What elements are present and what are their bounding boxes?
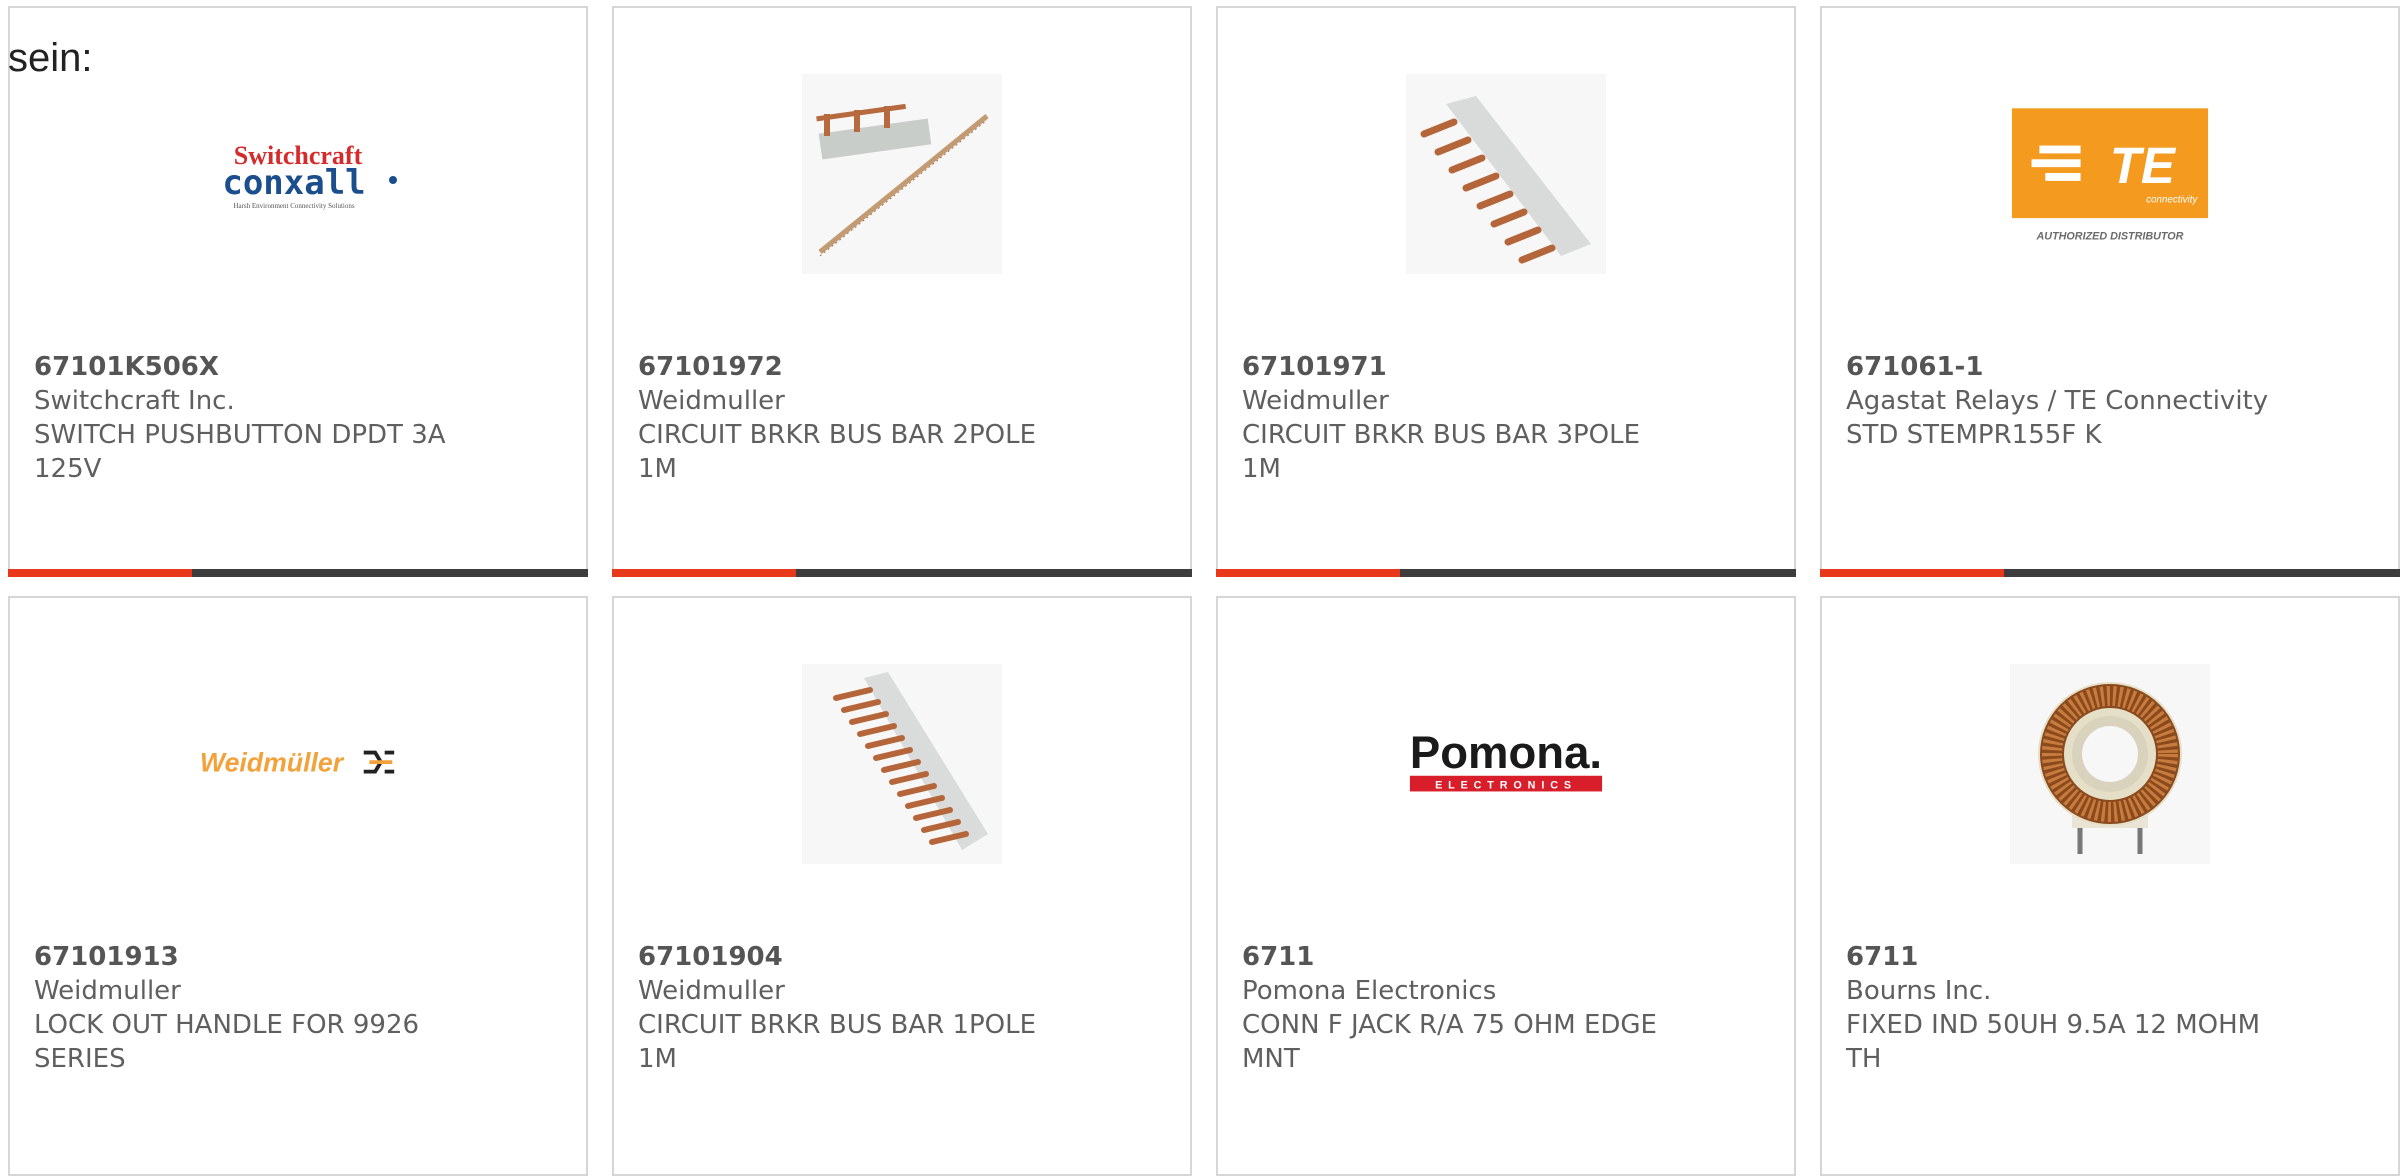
manufacturer: Weidmuller — [638, 386, 785, 416]
manufacturer: Pomona Electronics — [1242, 976, 1497, 1006]
description: STD STEMPR155F K — [1846, 420, 2102, 450]
bus-bar-3pole-photo — [1406, 74, 1606, 274]
product-card[interactable]: Weidmüller 67101913 Weidmuller LOCK OUT … — [8, 596, 588, 1176]
logo-text: Pomona. — [1410, 727, 1602, 778]
description: FIXED IND 50UH 9.5A 12 MOHM TH — [1846, 1010, 2261, 1074]
manufacturer: Weidmuller — [638, 976, 785, 1006]
product-card[interactable]: 6711 Bourns Inc. FIXED IND 50UH 9.5A 12 … — [1820, 596, 2400, 1176]
description: CONN F JACK R/A 75 OHM EDGE MNT — [1242, 1010, 1657, 1074]
logo-tagline: AUTHORIZED DISTRIBUTOR — [2036, 231, 2184, 243]
part-number[interactable]: 67101904 — [638, 940, 1170, 974]
te-connectivity-logo: TE connectivity AUTHORIZED DISTRIBUTOR — [2010, 74, 2210, 274]
toroid-inductor-photo — [2010, 664, 2210, 864]
intro-text: sein: — [8, 36, 93, 80]
product-card[interactable]: TE connectivity AUTHORIZED DISTRIBUTOR 6… — [1820, 6, 2400, 577]
manufacturer: Bourns Inc. — [1846, 976, 1992, 1006]
card-progress-bar — [612, 569, 1192, 577]
description: CIRCUIT BRKR BUS BAR 1POLE 1M — [638, 1010, 1037, 1074]
part-number[interactable]: 67101971 — [1242, 350, 1774, 384]
logo-text: Weidmüller — [200, 748, 345, 778]
description: CIRCUIT BRKR BUS BAR 3POLE 1M — [1242, 420, 1641, 484]
description: SWITCH PUSHBUTTON DPDT 3A 125V — [34, 420, 446, 484]
logo-tagline: Harsh Environment Connectivity Solutions — [233, 202, 354, 210]
manufacturer: Weidmuller — [1242, 386, 1389, 416]
product-card[interactable]: 67101972 Weidmuller CIRCUIT BRKR BUS BAR… — [612, 6, 1192, 577]
pomona-logo: Pomona. ELECTRONICS — [1406, 664, 1606, 864]
part-number[interactable]: 67101K506X — [34, 350, 566, 384]
card-progress-bar — [1820, 569, 2400, 577]
bus-bar-2pole-photo — [802, 74, 1002, 274]
logo-text-2: conxall — [222, 163, 365, 203]
description: LOCK OUT HANDLE FOR 9926 SERIES — [34, 1010, 420, 1074]
card-progress-bar — [8, 569, 588, 577]
card-progress-bar — [1216, 569, 1796, 577]
product-card[interactable]: 67101971 Weidmuller CIRCUIT BRKR BUS BAR… — [1216, 6, 1796, 577]
part-number[interactable]: 6711 — [1846, 940, 2378, 974]
description: CIRCUIT BRKR BUS BAR 2POLE 1M — [638, 420, 1037, 484]
product-card[interactable]: Pomona. ELECTRONICS 6711 Pomona Electron… — [1216, 596, 1796, 1176]
logo-text-2: ELECTRONICS — [1435, 780, 1577, 792]
manufacturer: Switchcraft Inc. — [34, 386, 235, 416]
weidmuller-logo: Weidmüller — [198, 664, 398, 864]
switchcraft-conxall-logo: Switchcraft conxall Harsh Environment Co… — [198, 74, 398, 274]
logo-text: TE — [2110, 137, 2177, 194]
part-number[interactable]: 67101972 — [638, 350, 1170, 384]
manufacturer: Agastat Relays / TE Connectivity — [1846, 386, 2269, 416]
part-number[interactable]: 671061-1 — [1846, 350, 2378, 384]
part-number[interactable]: 6711 — [1242, 940, 1774, 974]
product-card[interactable]: Switchcraft conxall Harsh Environment Co… — [8, 6, 588, 577]
manufacturer: Weidmuller — [34, 976, 181, 1006]
product-card[interactable]: 67101904 Weidmuller CIRCUIT BRKR BUS BAR… — [612, 596, 1192, 1176]
part-number[interactable]: 67101913 — [34, 940, 566, 974]
logo-text-2: connectivity — [2146, 194, 2198, 205]
bus-bar-1pole-photo — [802, 664, 1002, 864]
